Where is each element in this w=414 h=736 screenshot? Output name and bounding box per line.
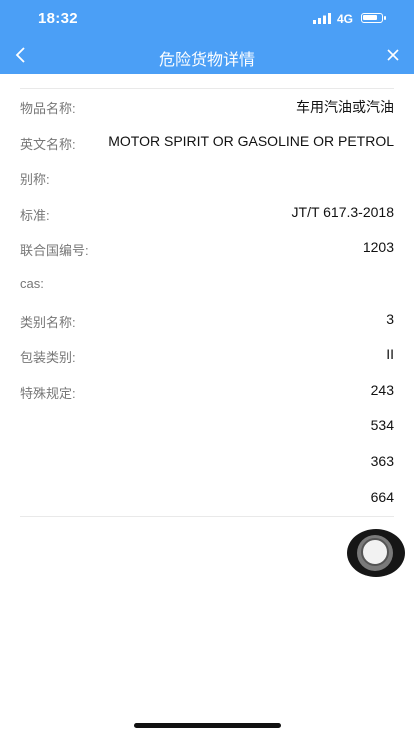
field-row-name: 物品名称: 车用汽油或汽油 [20, 89, 394, 125]
network-type: 4G [337, 12, 354, 26]
field-row-standard: 标准: JT/T 617.3-2018 [20, 196, 394, 232]
field-value: 1203 [362, 239, 394, 256]
field-value: 3 [386, 310, 394, 327]
field-value: 243 [370, 381, 394, 398]
field-row-english-name: 英文名称: MOTOR SPIRIT OR GASOLINE OR PETROL [20, 125, 394, 161]
field-value: 车用汽油或汽油 [296, 99, 394, 115]
special-provision-value: 363 [370, 452, 394, 469]
field-row-alias: 别称: [20, 160, 394, 196]
divider [20, 516, 394, 517]
nav-bar: 危险货物详情 [0, 36, 414, 74]
field-row-cas: cas: [20, 267, 394, 303]
special-provision-row: 363 [20, 445, 394, 481]
home-indicator[interactable] [134, 723, 281, 728]
field-label: 类别名称: [20, 314, 76, 330]
field-label: 包装类别: [20, 350, 76, 366]
field-value: JT/T 617.3-2018 [291, 203, 394, 220]
field-label: 联合国编号: [20, 243, 89, 259]
field-row-un-number: 联合国编号: 1203 [20, 231, 394, 267]
special-provision-row: 534 [20, 409, 394, 445]
field-label: 特殊规定: [20, 385, 76, 401]
close-icon[interactable] [382, 44, 404, 66]
field-label: 物品名称: [20, 101, 76, 116]
status-bar: 18:32 4G [0, 0, 414, 36]
battery-icon [361, 13, 386, 23]
field-label: 英文名称: [20, 136, 76, 152]
field-row-class: 类别名称: 3 [20, 303, 394, 339]
assistive-touch-button[interactable] [347, 529, 405, 577]
special-provision-value: 664 [370, 488, 394, 505]
field-row-packing-group: 包装类别: II [20, 338, 394, 374]
special-provision-value: 534 [370, 417, 394, 434]
field-label: 别称: [20, 172, 50, 188]
field-row-special-provisions: 特殊规定: 243 [20, 374, 394, 410]
signal-icon [313, 13, 331, 24]
status-time: 18:32 [38, 10, 78, 27]
page-title: 危险货物详情 [158, 52, 255, 69]
field-value: II [386, 346, 394, 363]
field-value: MOTOR SPIRIT OR GASOLINE OR PETROL [108, 132, 394, 149]
field-label: 标准: [20, 207, 50, 223]
detail-list: 物品名称: 车用汽油或汽油 英文名称: MOTOR SPIRIT OR GASO… [20, 88, 394, 516]
special-provision-row: 664 [20, 481, 394, 517]
field-label: cas: [20, 275, 44, 291]
button-center [361, 538, 389, 566]
